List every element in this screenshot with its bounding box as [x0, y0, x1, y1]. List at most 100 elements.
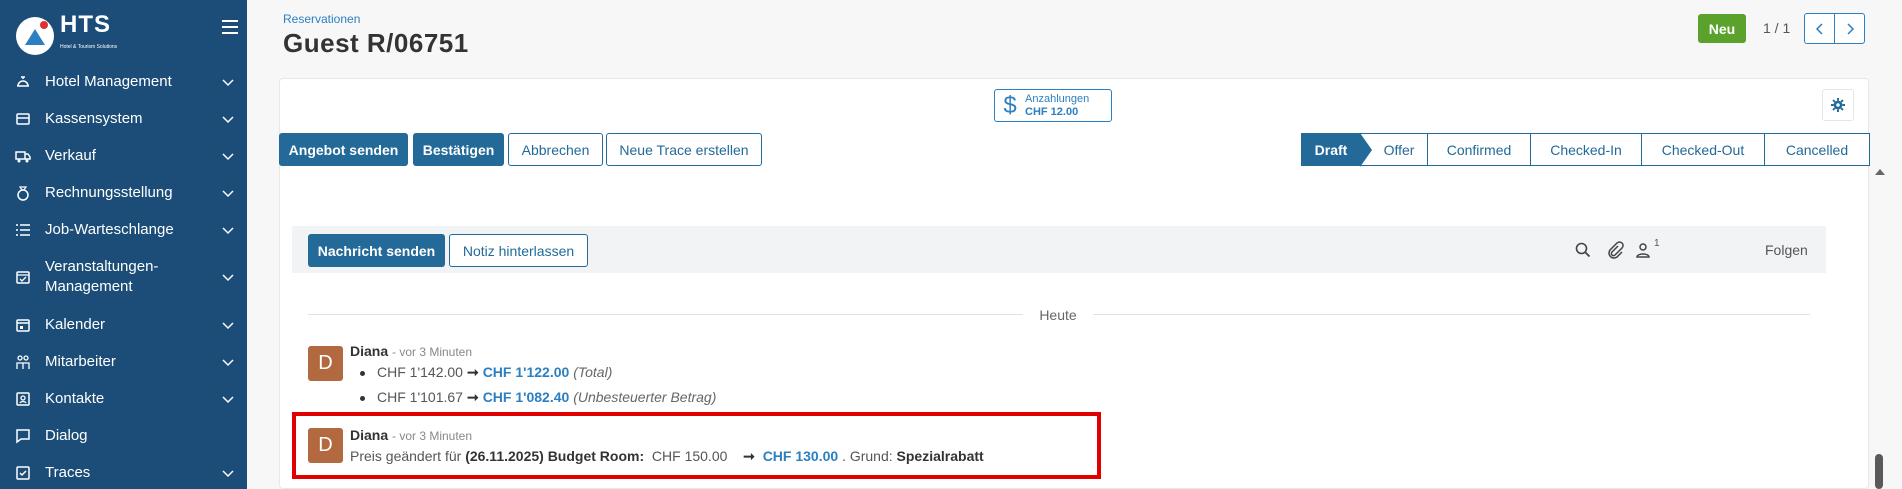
chevron-down-icon — [222, 274, 234, 282]
sidebar-item-label: Dialog — [45, 427, 88, 444]
sidebar-item-label: Kalender — [45, 316, 106, 333]
reason-value: Spezialrabatt — [896, 448, 984, 464]
users-icon — [16, 355, 30, 369]
cancel-button[interactable]: Abbrechen — [508, 133, 603, 166]
chat-icon — [16, 429, 30, 444]
avatar[interactable]: D — [308, 346, 343, 381]
sidebar: HTS Hotel & Tourism Solutions Hotel Mana… — [0, 0, 247, 489]
new-trace-button[interactable]: Neue Trace erstellen — [606, 133, 762, 166]
field-name: (Total) — [573, 364, 613, 380]
divider — [1093, 314, 1810, 315]
stage-cancelled[interactable]: Cancelled — [1765, 133, 1870, 166]
sidebar-item-job-warteschlange[interactable]: Job-Warteschlange — [0, 220, 247, 240]
sidebar-item-label: Kontakte — [45, 390, 105, 407]
next-record-button[interactable] — [1834, 13, 1865, 44]
logo-mark-icon — [16, 17, 54, 55]
search-icon[interactable] — [1574, 241, 1592, 259]
deposit-smart-button[interactable]: $ Anzahlungen CHF 12.00 — [994, 89, 1112, 122]
tracking-value-row: CHF 1'101.67 ➞ CHF 1'082.40 (Unbesteuerter… — [360, 389, 716, 406]
stage-draft[interactable]: Draft — [1301, 133, 1372, 167]
stage-confirmed[interactable]: Confirmed — [1428, 133, 1531, 166]
calendar-check-icon — [16, 271, 30, 284]
stage-checked-out[interactable]: Checked-Out — [1642, 133, 1765, 166]
sidebar-item-hotel-management[interactable]: Hotel Management — [0, 72, 247, 92]
sidebar-item-label: Traces — [45, 464, 91, 481]
user-icon[interactable] — [1634, 241, 1652, 259]
chevron-down-icon — [222, 153, 234, 161]
sidebar-item-dialog[interactable]: Dialog — [0, 426, 247, 446]
menu-toggle-icon[interactable] — [222, 20, 238, 34]
dollar-icon: $ — [1003, 91, 1017, 119]
sidebar-item-kontakte[interactable]: Kontakte — [0, 389, 247, 409]
message-author[interactable]: Diana — [350, 343, 388, 359]
chevron-down-icon — [222, 227, 234, 235]
old-value: CHF 1'101.67 — [377, 389, 463, 405]
stage-checked-in[interactable]: Checked-In — [1531, 133, 1642, 166]
confirm-button[interactable]: Bestätigen — [413, 133, 504, 166]
divider — [308, 314, 1023, 315]
send-message-button[interactable]: Nachricht senden — [308, 234, 445, 267]
sidebar-item-mitarbeiter[interactable]: Mitarbeiter — [0, 352, 247, 372]
sidebar-item-label: Hotel Management — [45, 73, 172, 90]
arrow-right-icon: ➞ — [743, 448, 755, 464]
sidebar-item-rechnungsstellung[interactable]: Rechnungsstellung — [0, 183, 247, 203]
register-icon — [16, 113, 30, 125]
sidebar-item-label: Veranstaltungen-Management — [45, 258, 159, 295]
date-separator: Heute — [1039, 307, 1077, 323]
new-button[interactable]: Neu — [1698, 14, 1746, 43]
avatar[interactable]: D — [308, 428, 343, 463]
contact-icon — [16, 392, 30, 406]
page-title: Guest R/06751 — [283, 28, 469, 58]
sidebar-item-label: Job-Warteschlange — [45, 221, 174, 238]
follow-button[interactable]: Folgen — [1765, 242, 1808, 258]
checkbox-icon — [16, 466, 30, 480]
send-offer-button[interactable]: Angebot senden — [279, 133, 408, 166]
message-time: - vor 3 Minuten — [392, 429, 473, 443]
paperclip-icon[interactable] — [1606, 241, 1624, 259]
previous-record-button[interactable] — [1804, 13, 1835, 44]
chevron-down-icon — [222, 322, 234, 330]
scrollbar-thumb[interactable] — [1875, 454, 1883, 489]
old-value: CHF 1'142.00 — [377, 364, 463, 380]
sidebar-item-kalender[interactable]: Kalender — [0, 315, 247, 335]
message-prefix: Preis geändert für — [350, 448, 462, 464]
chevron-down-icon — [222, 359, 234, 367]
sidebar-item-kassensystem[interactable]: Kassensystem — [0, 109, 247, 129]
scroll-up-icon[interactable] — [1875, 168, 1885, 176]
log-note-button[interactable]: Notiz hinterlassen — [449, 234, 588, 267]
sidebar-item-label: Verkauf — [45, 147, 96, 164]
chevron-down-icon — [222, 396, 234, 404]
chevron-left-icon — [1815, 22, 1823, 35]
message-subject: (26.11.2025) Budget Room: — [465, 448, 645, 464]
logo[interactable]: HTS Hotel & Tourism Solutions — [16, 11, 117, 58]
brand-name: HTS — [60, 11, 111, 38]
settings-button[interactable] — [1822, 89, 1854, 121]
deposit-label: Anzahlungen — [1025, 92, 1090, 105]
field-name: (Unbesteuerter Betrag) — [573, 389, 717, 405]
message-body: Preis geändert für (26.11.2025) Budget R… — [350, 448, 984, 465]
chevron-down-icon — [222, 116, 234, 124]
tracking-value-row: CHF 1'142.00 ➞ CHF 1'122.00 (Total) — [360, 364, 612, 381]
sidebar-item-label: Kassensystem — [45, 110, 143, 127]
bell-icon — [17, 76, 29, 87]
arrow-right-icon: ➞ — [466, 389, 479, 405]
sidebar-item-verkauf[interactable]: Verkauf — [0, 146, 247, 166]
breadcrumb[interactable]: Reservationen — [283, 12, 360, 26]
chevron-down-icon — [222, 190, 234, 198]
new-value: CHF 1'122.00 — [482, 364, 570, 380]
deposit-amount: CHF 12.00 — [1025, 105, 1079, 118]
status-bar: Draft Offer Confirmed Checked-In Checked… — [1301, 133, 1870, 167]
truck-icon — [15, 151, 31, 163]
sidebar-item-label: Rechnungsstellung — [45, 184, 173, 201]
calendar-icon — [16, 319, 30, 332]
sidebar-item-label: Mitarbeiter — [45, 353, 116, 370]
message-author[interactable]: Diana — [350, 427, 388, 443]
arrow-right-icon: ➞ — [466, 364, 479, 380]
sidebar-item-traces[interactable]: Traces — [0, 463, 247, 483]
chevron-down-icon — [222, 470, 234, 478]
sidebar-item-veranstaltungen[interactable]: Veranstaltungen-Management — [0, 257, 247, 297]
list-icon — [16, 224, 30, 236]
new-value: CHF 130.00 — [762, 448, 839, 464]
gear-icon — [1831, 98, 1845, 112]
followers-count: 1 — [1654, 238, 1660, 249]
